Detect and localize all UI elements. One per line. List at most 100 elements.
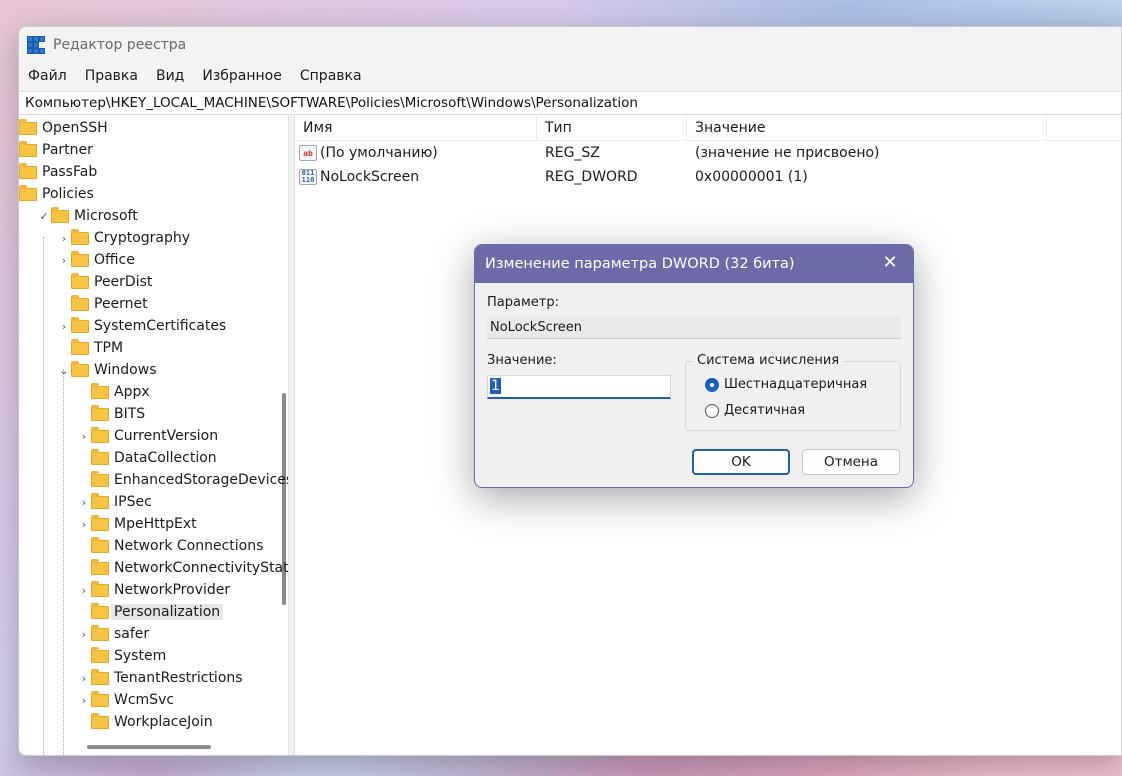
folder-icon <box>71 272 89 289</box>
tree-item-label: TPM <box>94 340 124 356</box>
tree-item-network-connections[interactable]: Network Connections <box>77 535 263 557</box>
tree-item-enhancedstoragedevices[interactable]: EnhancedStorageDevices <box>77 469 288 491</box>
tree-item-mpehttpext[interactable]: › MpeHttpExt <box>77 513 197 535</box>
value-data: (значение не присвоено) <box>695 145 880 161</box>
table-row[interactable]: ab (По умолчанию) REG_SZ (значение не при… <box>295 141 1121 165</box>
tree-item-label: WorkplaceJoin <box>114 714 213 730</box>
tree-item-label: TenantRestrictions <box>114 670 243 686</box>
registry-editor-icon <box>27 36 45 54</box>
tree-item-label: PassFab <box>42 164 98 180</box>
tree-item-networkconnectivitystatu[interactable]: NetworkConnectivityStatu <box>77 557 289 579</box>
expand-chevron-icon[interactable]: › <box>77 628 91 641</box>
tree-item-cryptography[interactable]: › Cryptography <box>57 227 190 249</box>
value-type: REG_SZ <box>545 145 600 161</box>
tree-item-label: System <box>114 648 167 664</box>
expand-chevron-icon[interactable]: › <box>57 320 71 333</box>
folder-icon <box>71 228 89 245</box>
radio-hex-label: Шестнадцатеричная <box>724 377 868 392</box>
menu-bar: Файл Правка Вид Избранное Справка <box>19 63 1121 89</box>
table-row[interactable]: 011 110 NoLockScreen REG_DWORD 0x00000001… <box>295 165 1121 189</box>
tree-item-label: NetworkConnectivityStatu <box>114 560 289 576</box>
tree-item-label: WcmSvc <box>114 692 175 708</box>
value-label: Значение: <box>487 353 557 368</box>
tree-item-label: PeerDist <box>94 274 153 290</box>
value-name: (По умолчанию) <box>320 145 438 161</box>
expand-chevron-icon[interactable]: › <box>77 518 91 531</box>
tree-item-wcmsvc[interactable]: › WcmSvc <box>77 689 174 711</box>
tree-item-label: Peernet <box>94 296 148 312</box>
tree-item-label: Policies <box>42 186 94 202</box>
expand-chevron-icon[interactable]: › <box>57 254 71 267</box>
column-value[interactable]: Значение <box>687 114 1047 141</box>
tree-item-networkprovider[interactable]: › NetworkProvider <box>77 579 230 601</box>
radio-decimal[interactable]: Десятичная <box>705 403 805 418</box>
tree-item-ipsec[interactable]: › IPSec <box>77 491 152 513</box>
expand-chevron-icon[interactable]: › <box>77 584 91 597</box>
tree-guide-line <box>43 237 44 755</box>
menu-favorites[interactable]: Избранное <box>193 68 291 84</box>
tree-item-tenantrestrictions[interactable]: › TenantRestrictions <box>77 667 243 689</box>
tree-item-peerdist[interactable]: PeerDist <box>57 271 152 293</box>
tree-item-policies[interactable]: Policies <box>19 183 94 205</box>
folder-icon <box>91 668 109 685</box>
tree-item-safer[interactable]: › safer <box>77 623 149 645</box>
folder-icon <box>91 624 109 641</box>
tree-item-tpm[interactable]: TPM <box>57 337 123 359</box>
cancel-button[interactable]: Отмена <box>802 449 900 475</box>
radio-dec-label: Десятичная <box>724 403 806 418</box>
tree-item-label: Appx <box>114 384 150 400</box>
tree-item-datacollection[interactable]: DataCollection <box>77 447 217 469</box>
expand-chevron-icon[interactable]: ⌄ <box>57 364 71 377</box>
tree-item-system[interactable]: System <box>77 645 166 667</box>
value-data: 0x00000001 (1) <box>695 169 808 185</box>
tree-item-peernet[interactable]: Peernet <box>57 293 148 315</box>
title-bar: Редактор реестра <box>19 27 1121 63</box>
expand-chevron-icon[interactable]: › <box>57 232 71 245</box>
tree-item-windows[interactable]: ⌄ Windows <box>57 359 157 381</box>
tree-item-label: safer <box>114 626 150 642</box>
tree-item-passfab[interactable]: PassFab <box>19 161 97 183</box>
tree-item-label: SystemCertificates <box>94 318 227 334</box>
tree-item-label: Windows <box>94 362 157 378</box>
menu-file[interactable]: Файл <box>19 68 76 84</box>
tree-item-currentversion[interactable]: › CurrentVersion <box>77 425 218 447</box>
dialog-title-bar: Изменение параметра DWORD (32 бита) ✕ <box>475 245 913 283</box>
expand-chevron-icon[interactable]: ✓ <box>37 210 51 223</box>
expand-chevron-icon[interactable]: › <box>77 694 91 707</box>
menu-help[interactable]: Справка <box>291 68 371 84</box>
ok-button[interactable]: OK <box>692 449 790 475</box>
value-data-input[interactable]: 1 <box>487 375 671 399</box>
menu-edit[interactable]: Правка <box>76 68 147 84</box>
folder-icon <box>91 492 109 509</box>
dialog-title: Изменение параметра DWORD (32 бита) <box>485 256 795 272</box>
tree-item-label: Personalization <box>111 604 224 620</box>
folder-icon <box>91 558 109 575</box>
tree-item-partner[interactable]: Partner <box>19 139 93 161</box>
tree-item-label: Partner <box>42 142 93 158</box>
radio-checked-icon <box>705 377 719 392</box>
tree-item-office[interactable]: › Office <box>57 249 135 271</box>
close-icon[interactable]: ✕ <box>879 252 901 274</box>
expand-chevron-icon[interactable]: › <box>77 496 91 509</box>
tree-item-label: IPSec <box>114 494 152 510</box>
tree-item-workplacejoin[interactable]: WorkplaceJoin <box>77 711 213 733</box>
tree-horizontal-scrollbar[interactable] <box>87 745 211 749</box>
expand-chevron-icon[interactable]: › <box>77 430 91 443</box>
expand-chevron-icon[interactable]: › <box>77 672 91 685</box>
radio-hexadecimal[interactable]: Шестнадцатеричная <box>705 377 867 392</box>
folder-icon <box>91 514 109 531</box>
tree-item-personalization[interactable]: Personalization <box>77 601 224 623</box>
folder-icon <box>91 382 109 399</box>
tree-item-systemcertificates[interactable]: › SystemCertificates <box>57 315 226 337</box>
tree-item-microsoft[interactable]: ✓ Microsoft <box>37 205 138 227</box>
tree-item-appx[interactable]: Appx <box>77 381 150 403</box>
tree-item-label: BITS <box>114 406 146 422</box>
menu-view[interactable]: Вид <box>147 68 193 84</box>
tree-item-label: Network Connections <box>114 538 264 554</box>
folder-icon <box>91 426 109 443</box>
column-name[interactable]: Имя <box>295 114 537 141</box>
column-type[interactable]: Тип <box>537 114 687 141</box>
address-bar[interactable]: Компьютер\HKEY_LOCAL_MACHINE\SOFTWARE\Po… <box>19 91 1121 115</box>
tree-item-bits[interactable]: BITS <box>77 403 145 425</box>
tree-item-openssh[interactable]: OpenSSH <box>19 117 108 139</box>
